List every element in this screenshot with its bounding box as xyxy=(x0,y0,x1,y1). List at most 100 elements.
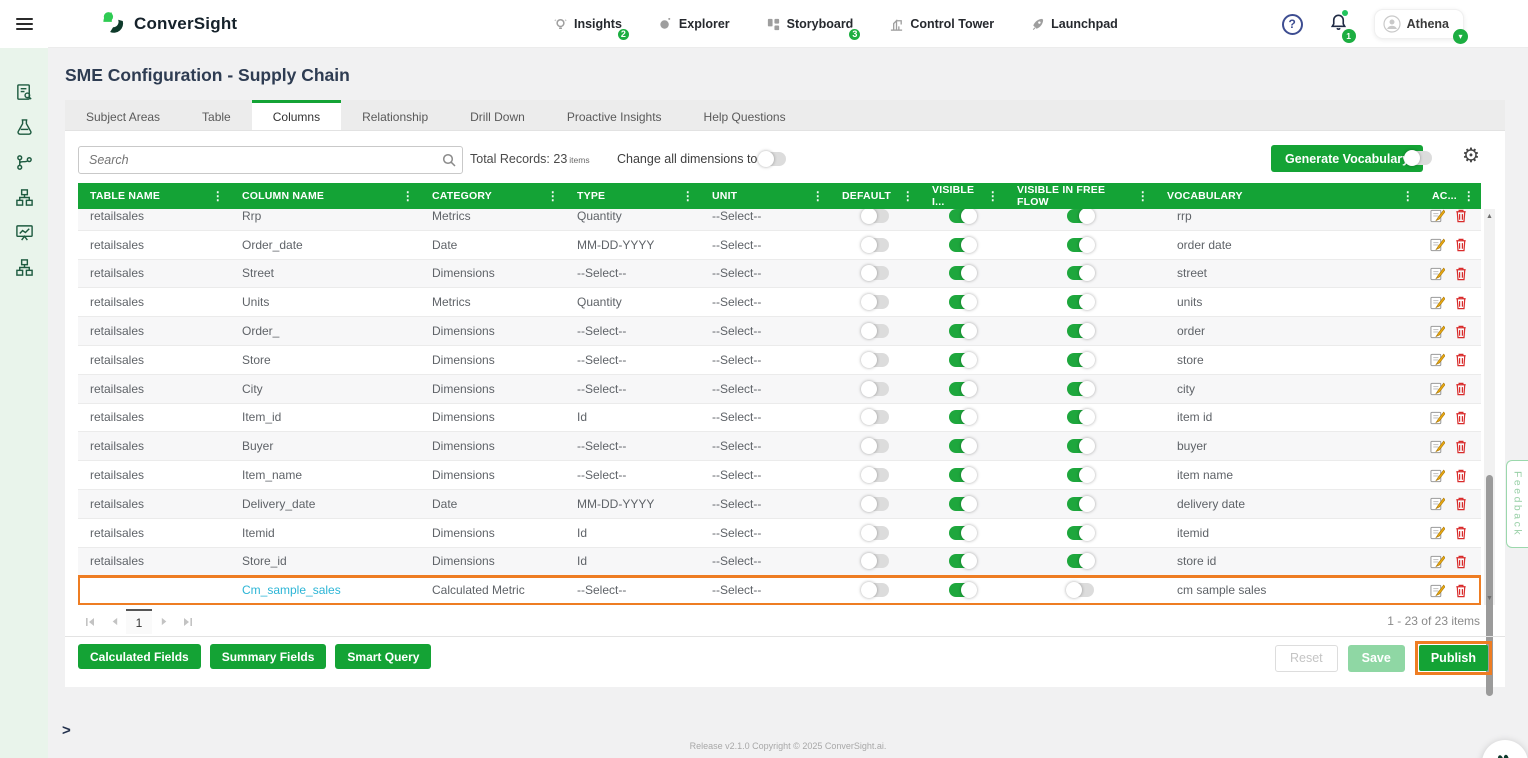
visible-toggle[interactable] xyxy=(949,526,976,540)
user-menu[interactable]: Athena ▾ xyxy=(1374,9,1464,39)
default-toggle[interactable] xyxy=(862,266,889,280)
edit-icon[interactable] xyxy=(1430,554,1445,569)
free-flow-toggle[interactable] xyxy=(1067,238,1094,252)
visible-toggle[interactable] xyxy=(949,295,976,309)
edit-icon[interactable] xyxy=(1430,381,1445,396)
free-flow-toggle[interactable] xyxy=(1067,324,1094,338)
nav-explorer[interactable]: Explorer xyxy=(658,17,730,32)
sidebar-toggle-button[interactable] xyxy=(0,0,48,48)
delete-icon[interactable] xyxy=(1454,525,1469,540)
default-toggle[interactable] xyxy=(862,497,889,511)
generate-vocabulary-button[interactable]: Generate Vocabulary xyxy=(1271,145,1423,172)
tab-help-questions[interactable]: Help Questions xyxy=(683,100,807,130)
default-toggle[interactable] xyxy=(862,526,889,540)
visible-toggle[interactable] xyxy=(949,266,976,280)
visible-toggle[interactable] xyxy=(949,410,976,424)
delete-icon[interactable] xyxy=(1454,324,1469,339)
column-menu-icon[interactable]: ⋮ xyxy=(1402,189,1414,203)
change-dimensions-toggle[interactable] xyxy=(759,152,786,166)
document-search-icon[interactable] xyxy=(14,82,34,102)
edit-icon[interactable] xyxy=(1430,410,1445,425)
free-flow-toggle[interactable] xyxy=(1067,554,1094,568)
table-scrollbar[interactable]: ▲ ▼ xyxy=(1484,209,1495,605)
free-flow-toggle[interactable] xyxy=(1067,497,1094,511)
first-page-button[interactable] xyxy=(78,609,102,634)
nav-storyboard[interactable]: Storyboard 3 xyxy=(766,17,854,32)
default-toggle[interactable] xyxy=(862,583,889,597)
next-page-button[interactable] xyxy=(152,609,176,634)
default-toggle[interactable] xyxy=(862,410,889,424)
delete-icon[interactable] xyxy=(1454,352,1469,367)
visible-toggle[interactable] xyxy=(949,439,976,453)
tab-subject-areas[interactable]: Subject Areas xyxy=(65,100,181,130)
column-menu-icon[interactable]: ⋮ xyxy=(812,189,824,203)
save-button[interactable]: Save xyxy=(1348,645,1405,672)
column-menu-icon[interactable]: ⋮ xyxy=(402,189,414,203)
delete-icon[interactable] xyxy=(1454,381,1469,396)
column-menu-icon[interactable]: ⋮ xyxy=(1137,189,1149,203)
delete-icon[interactable] xyxy=(1454,554,1469,569)
default-toggle[interactable] xyxy=(862,382,889,396)
nav-launchpad[interactable]: Launchpad xyxy=(1030,17,1118,32)
edit-icon[interactable] xyxy=(1430,468,1445,483)
free-flow-toggle[interactable] xyxy=(1067,295,1094,309)
free-flow-toggle[interactable] xyxy=(1067,353,1094,367)
edit-icon[interactable] xyxy=(1430,352,1445,367)
search-input[interactable] xyxy=(79,147,436,173)
reset-button[interactable]: Reset xyxy=(1275,645,1338,672)
visible-toggle[interactable] xyxy=(949,497,976,511)
notifications-button[interactable]: 1 xyxy=(1329,12,1348,37)
visible-toggle[interactable] xyxy=(949,583,976,597)
delete-icon[interactable] xyxy=(1454,468,1469,483)
visible-toggle[interactable] xyxy=(949,468,976,482)
previous-page-button[interactable] xyxy=(102,609,126,634)
edit-icon[interactable] xyxy=(1430,496,1445,511)
nav-control-tower[interactable]: Control Tower xyxy=(889,17,994,32)
default-toggle[interactable] xyxy=(862,439,889,453)
calculated-fields-button[interactable]: Calculated Fields xyxy=(78,644,201,669)
visible-toggle[interactable] xyxy=(949,382,976,396)
free-flow-toggle[interactable] xyxy=(1067,410,1094,424)
column-menu-icon[interactable]: ⋮ xyxy=(682,189,694,203)
free-flow-toggle[interactable] xyxy=(1067,382,1094,396)
edit-icon[interactable] xyxy=(1430,266,1445,281)
delete-icon[interactable] xyxy=(1454,496,1469,511)
tab-relationship[interactable]: Relationship xyxy=(341,100,449,130)
scroll-down-icon[interactable]: ▼ xyxy=(1484,592,1495,604)
tab-proactive-insights[interactable]: Proactive Insights xyxy=(546,100,683,130)
visible-toggle[interactable] xyxy=(949,324,976,338)
column-menu-icon[interactable]: ⋮ xyxy=(1463,189,1475,203)
edit-icon[interactable] xyxy=(1430,295,1445,310)
visible-toggle[interactable] xyxy=(949,554,976,568)
edit-icon[interactable] xyxy=(1430,583,1445,598)
edit-icon[interactable] xyxy=(1430,525,1445,540)
delete-icon[interactable] xyxy=(1454,439,1469,454)
sitemap-icon[interactable] xyxy=(14,257,34,277)
column-menu-icon[interactable]: ⋮ xyxy=(987,189,999,203)
branch-icon[interactable] xyxy=(14,152,34,172)
free-flow-toggle[interactable] xyxy=(1067,468,1094,482)
edit-icon[interactable] xyxy=(1430,324,1445,339)
column-menu-icon[interactable]: ⋮ xyxy=(547,189,559,203)
edit-icon[interactable] xyxy=(1430,237,1445,252)
gear-icon[interactable]: ⚙ xyxy=(1462,143,1480,168)
feedback-tab[interactable]: Feedback xyxy=(1506,460,1528,548)
visible-toggle[interactable] xyxy=(949,353,976,367)
edit-icon[interactable] xyxy=(1430,439,1445,454)
search-icon[interactable] xyxy=(436,153,462,167)
flask-icon[interactable] xyxy=(14,117,34,137)
publish-button[interactable]: Publish xyxy=(1419,645,1488,671)
free-flow-toggle[interactable] xyxy=(1067,583,1094,597)
delete-icon[interactable] xyxy=(1454,410,1469,425)
delete-icon[interactable] xyxy=(1454,266,1469,281)
nav-insights[interactable]: Insights 2 xyxy=(553,17,622,32)
delete-icon[interactable] xyxy=(1454,237,1469,252)
free-flow-toggle[interactable] xyxy=(1067,526,1094,540)
visible-toggle[interactable] xyxy=(949,238,976,252)
default-toggle[interactable] xyxy=(862,295,889,309)
delete-icon[interactable] xyxy=(1454,209,1469,223)
tab-drill-down[interactable]: Drill Down xyxy=(449,100,546,130)
default-toggle[interactable] xyxy=(862,324,889,338)
current-page-button[interactable]: 1 xyxy=(126,609,152,634)
default-toggle[interactable] xyxy=(862,554,889,568)
